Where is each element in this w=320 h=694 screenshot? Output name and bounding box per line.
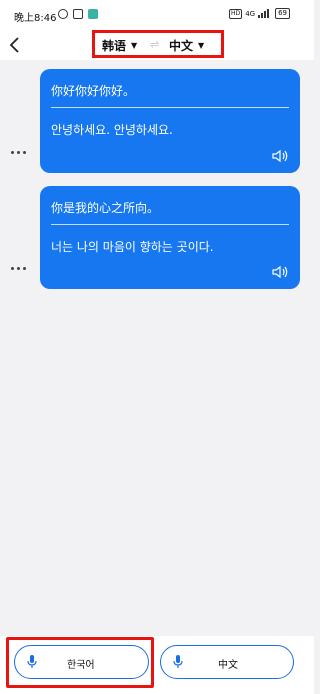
bubble-divider	[51, 107, 289, 108]
message-more-button[interactable]	[9, 149, 29, 157]
source-caret-icon: ▼	[131, 41, 138, 50]
back-icon[interactable]	[8, 35, 22, 55]
target-language-label: 中文	[169, 39, 194, 53]
mic-icon	[27, 655, 37, 668]
speaker-icon[interactable]	[271, 149, 289, 163]
chinese-voice-label: 中文	[218, 660, 238, 671]
translated-text: 안녕하세요. 안녕하세요.	[51, 123, 173, 137]
alarm-icon	[58, 9, 68, 19]
message-more-button[interactable]	[9, 265, 29, 273]
korean-voice-button[interactable]: 한국어	[14, 645, 149, 679]
swap-languages-icon[interactable]: ⇌	[150, 38, 159, 51]
translation-bubble[interactable]: 你好你好你好。 안녕하세요. 안녕하세요.	[40, 69, 300, 173]
source-language-dropdown[interactable]: 韩语 ▼	[102, 37, 137, 54]
top-bar: 韩语 ▼ ⇌ 中文 ▼	[0, 30, 314, 60]
chinese-voice-button[interactable]: 中文	[160, 645, 294, 679]
source-text: 你好你好你好。	[51, 84, 136, 98]
hd-icon: HD	[229, 8, 243, 19]
language-switcher: 韩语 ▼ ⇌ 中文 ▼	[92, 30, 224, 58]
app-notification-icon	[88, 9, 98, 19]
status-right-cluster: HD 4G 69	[229, 8, 290, 19]
speaker-icon[interactable]	[271, 265, 289, 279]
target-language-dropdown[interactable]: 中文 ▼	[169, 37, 204, 54]
image-notification-icon	[73, 9, 83, 19]
source-text: 你是我的心之所向。	[51, 201, 160, 215]
mic-icon	[173, 655, 183, 668]
status-time: 晚上8:46	[14, 13, 57, 24]
korean-voice-label: 한국어	[67, 660, 95, 671]
target-caret-icon: ▼	[198, 41, 205, 50]
source-language-label: 韩语	[102, 39, 127, 53]
bubble-divider	[51, 224, 289, 225]
network-type: 4G	[245, 9, 256, 18]
translation-bubble[interactable]: 你是我的心之所向。 너는 나의 마음이 향하는 곳이다.	[40, 186, 300, 289]
translated-text: 너는 나의 마음이 향하는 곳이다.	[51, 240, 214, 254]
signal-icon	[258, 9, 272, 18]
status-bar: 晚上8:46 HD 4G 69	[0, 0, 314, 30]
battery-icon: 69	[275, 8, 290, 19]
